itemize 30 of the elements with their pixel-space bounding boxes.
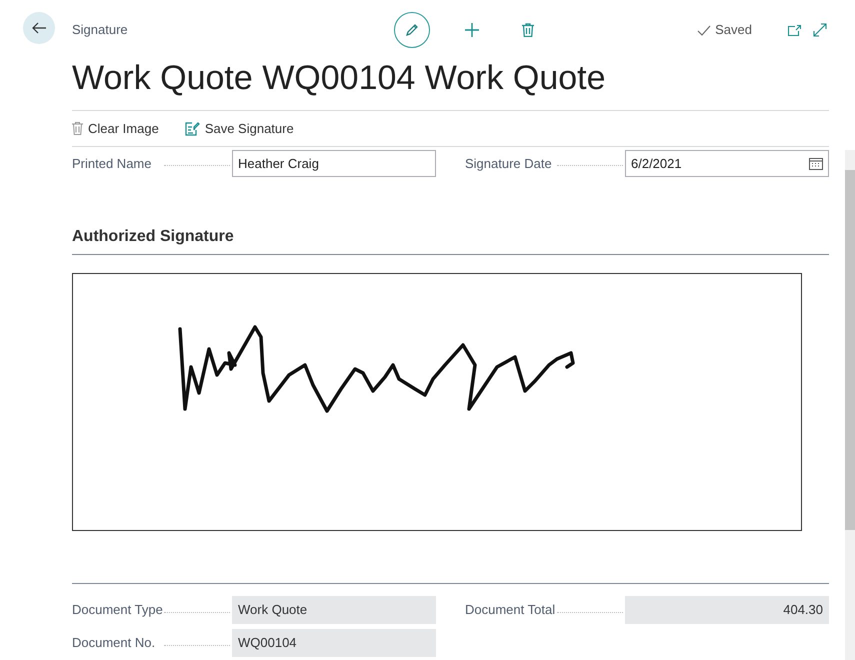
- open-new-window-icon[interactable]: [788, 24, 801, 36]
- edit-document-icon: [184, 122, 200, 136]
- checkmark-icon: [697, 24, 712, 36]
- value-field: Work Quote: [232, 596, 436, 624]
- date-field[interactable]: 6/2/2021: [625, 150, 829, 177]
- calendar-icon[interactable]: [809, 157, 823, 170]
- back-arrow-icon: [32, 22, 46, 34]
- trash-icon: [522, 23, 534, 37]
- scrollbar-thumb[interactable]: [845, 170, 855, 530]
- input-field[interactable]: Heather Craig: [232, 150, 436, 177]
- back-button[interactable]: [23, 12, 55, 44]
- expand-icon[interactable]: [813, 23, 827, 37]
- clear-image-button[interactable]: Clear Image: [72, 118, 159, 138]
- value-field: WQ00104: [232, 629, 436, 657]
- field-label: Printed Name: [72, 154, 152, 173]
- field-label: Document Total: [465, 601, 555, 620]
- value-field: 404.30: [625, 596, 829, 624]
- save-signature-button[interactable]: Save Signature: [184, 118, 294, 138]
- page-caption: Signature: [72, 21, 129, 40]
- section-heading: Authorized Signature: [72, 227, 235, 247]
- save-status: Saved: [715, 21, 752, 40]
- signature-pad[interactable]: [72, 273, 802, 531]
- trash-icon: [72, 122, 83, 135]
- edit-button[interactable]: [394, 12, 430, 48]
- pencil-icon: [405, 23, 419, 37]
- field-label: Document No.: [72, 634, 156, 652]
- plus-icon: [464, 22, 480, 38]
- page-title: Work Quote WQ00104 Work Quote: [72, 58, 607, 99]
- field-label: Signature Date: [465, 154, 553, 173]
- field-label: Document Type: [72, 601, 162, 620]
